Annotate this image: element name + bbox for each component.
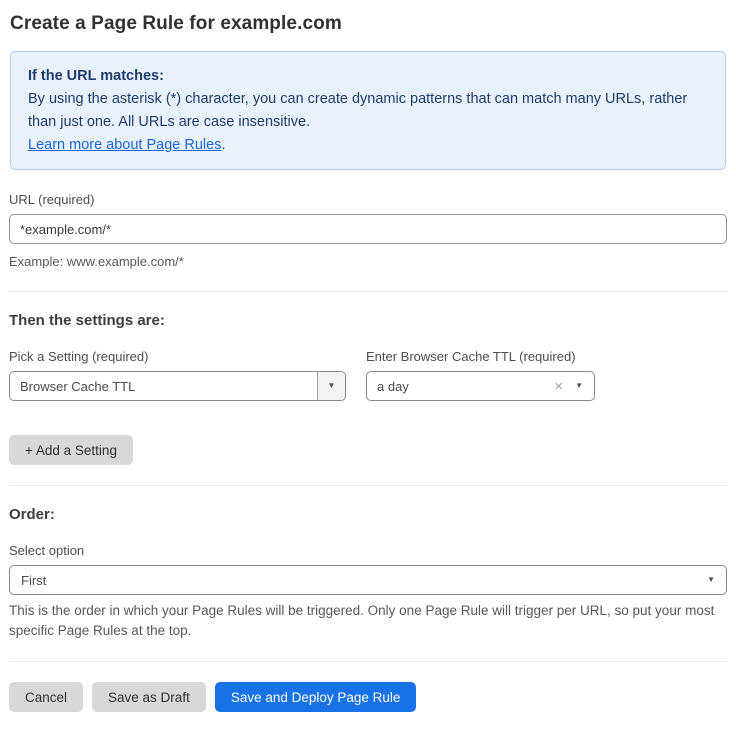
- notice-link-line: Learn more about Page Rules.: [28, 134, 708, 157]
- settings-row: Pick a Setting (required) Browser Cache …: [9, 349, 727, 401]
- order-select[interactable]: First ▼: [9, 565, 727, 595]
- ttl-select-label: Enter Browser Cache TTL (required): [366, 349, 595, 364]
- chevron-down-icon[interactable]: ▼: [575, 382, 583, 390]
- ttl-select[interactable]: a day × ▼: [366, 371, 595, 401]
- setting-select-label: Pick a Setting (required): [9, 349, 346, 364]
- clear-icon[interactable]: ×: [554, 379, 563, 394]
- ttl-select-group: Enter Browser Cache TTL (required) a day…: [366, 349, 595, 401]
- settings-section-heading: Then the settings are:: [9, 312, 727, 329]
- url-example-helper: Example: www.example.com/*: [9, 252, 727, 271]
- setting-select[interactable]: Browser Cache TTL ▼: [9, 371, 346, 401]
- notice-heading: If the URL matches:: [28, 65, 708, 88]
- notice-link-suffix: .: [221, 137, 225, 153]
- chevron-down-icon: ▼: [328, 382, 336, 390]
- ttl-select-controls: × ▼: [554, 372, 594, 400]
- order-helper-text: This is the order in which your Page Rul…: [9, 601, 727, 641]
- url-input[interactable]: [9, 214, 727, 244]
- url-match-notice: If the URL matches: By using the asteris…: [10, 51, 726, 170]
- create-page-rule-form: Create a Page Rule for example.com If th…: [0, 0, 736, 732]
- setting-select-arrow-segment[interactable]: ▼: [317, 372, 345, 400]
- save-and-deploy-button[interactable]: Save and Deploy Page Rule: [215, 682, 417, 712]
- chevron-down-icon: ▼: [707, 576, 715, 584]
- order-select-value: First: [21, 573, 707, 588]
- footer-actions: Cancel Save as Draft Save and Deploy Pag…: [9, 682, 727, 712]
- learn-more-link[interactable]: Learn more about Page Rules: [28, 137, 221, 153]
- ttl-select-value: a day: [367, 372, 554, 400]
- order-section-heading: Order:: [9, 506, 727, 523]
- url-field-label: URL (required): [9, 192, 727, 207]
- divider: [9, 661, 727, 662]
- divider: [9, 485, 727, 486]
- save-as-draft-button[interactable]: Save as Draft: [92, 682, 206, 712]
- divider: [9, 291, 727, 292]
- add-setting-wrap: + Add a Setting: [9, 435, 727, 465]
- add-setting-button[interactable]: + Add a Setting: [9, 435, 133, 465]
- page-title: Create a Page Rule for example.com: [10, 13, 727, 35]
- notice-body: By using the asterisk (*) character, you…: [28, 88, 708, 134]
- setting-select-group: Pick a Setting (required) Browser Cache …: [9, 349, 346, 401]
- setting-select-value: Browser Cache TTL: [10, 372, 317, 400]
- cancel-button[interactable]: Cancel: [9, 682, 83, 712]
- order-select-label: Select option: [9, 543, 727, 558]
